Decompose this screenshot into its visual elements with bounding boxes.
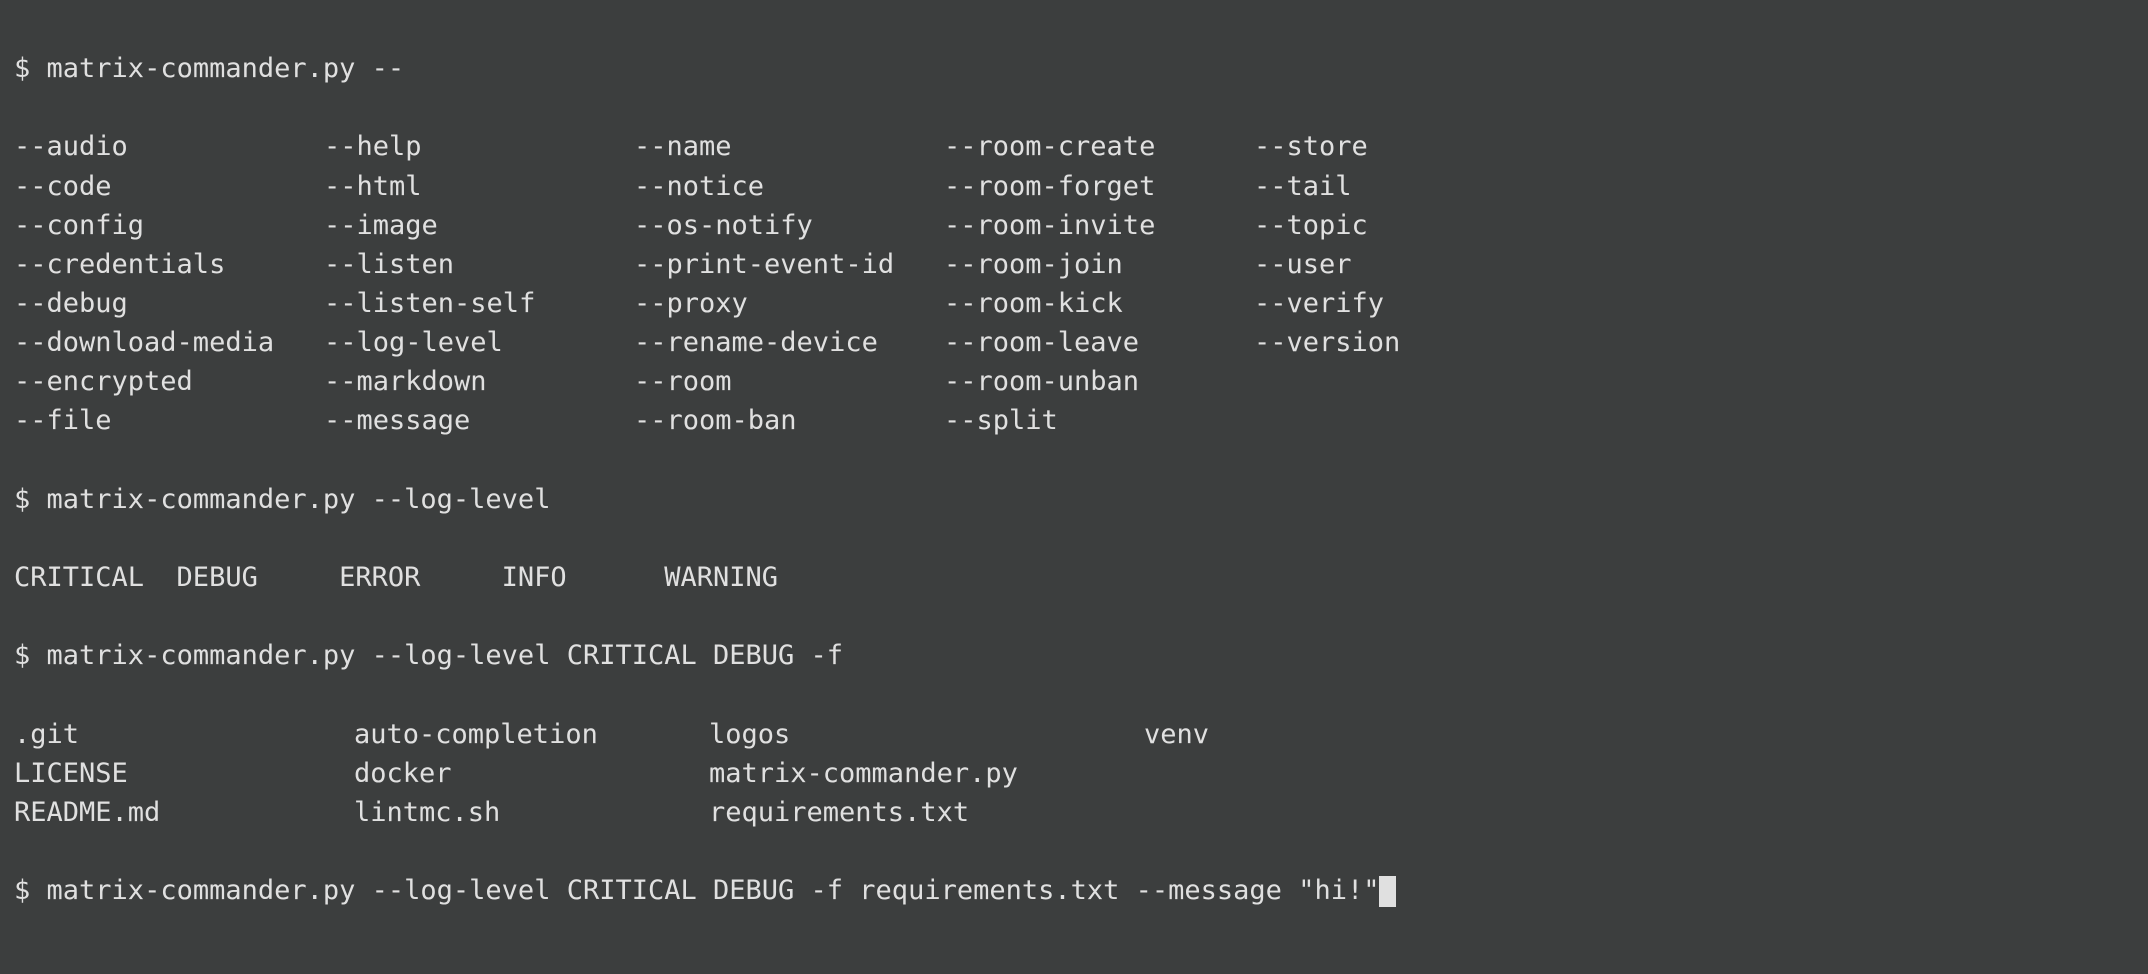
file-item: .git bbox=[14, 715, 354, 754]
option bbox=[1254, 401, 1564, 440]
option: --download-media bbox=[14, 323, 324, 362]
option: --proxy bbox=[634, 284, 944, 323]
option: --room-invite bbox=[944, 206, 1254, 245]
terminal[interactable]: $ matrix-commander.py -- --audio--help--… bbox=[0, 0, 2148, 963]
option: --print-event-id bbox=[634, 245, 944, 284]
option: --os-notify bbox=[634, 206, 944, 245]
file-item: docker bbox=[354, 754, 709, 793]
loglevel-list: CRITICAL DEBUG ERROR INFO WARNING bbox=[14, 558, 2134, 597]
files-grid: .gitauto-completionlogosvenv LICENSEdock… bbox=[14, 715, 2134, 832]
option: --topic bbox=[1254, 206, 1564, 245]
option: --room-kick bbox=[944, 284, 1254, 323]
file-item: lintmc.sh bbox=[354, 793, 709, 832]
command-3-text: matrix-commander.py --log-level CRITICAL… bbox=[47, 640, 844, 671]
option: --code bbox=[14, 167, 324, 206]
option: --config bbox=[14, 206, 324, 245]
option: --log-level bbox=[324, 323, 634, 362]
option: --credentials bbox=[14, 245, 324, 284]
file-item: requirements.txt bbox=[709, 793, 1144, 832]
option: --image bbox=[324, 206, 634, 245]
option: --room-ban bbox=[634, 401, 944, 440]
option: --room-forget bbox=[944, 167, 1254, 206]
command-4-text: matrix-commander.py --log-level CRITICAL… bbox=[47, 875, 1380, 906]
file-item: LICENSE bbox=[14, 754, 354, 793]
file-item: auto-completion bbox=[354, 715, 709, 754]
prompt-symbol: $ bbox=[14, 875, 30, 906]
option: --rename-device bbox=[634, 323, 944, 362]
options-grid: --audio--help--name--room-create--store … bbox=[14, 127, 2134, 440]
command-2-text: matrix-commander.py --log-level bbox=[47, 484, 551, 515]
option: --tail bbox=[1254, 167, 1564, 206]
option: --room-join bbox=[944, 245, 1254, 284]
prompt-symbol: $ bbox=[14, 640, 30, 671]
option: --room-unban bbox=[944, 362, 1254, 401]
prompt-symbol: $ bbox=[14, 53, 30, 84]
option: --listen bbox=[324, 245, 634, 284]
option: --encrypted bbox=[14, 362, 324, 401]
file-item: venv bbox=[1144, 715, 2134, 754]
option: --user bbox=[1254, 245, 1564, 284]
file-item bbox=[1144, 793, 2134, 832]
option: --room bbox=[634, 362, 944, 401]
file-item: README.md bbox=[14, 793, 354, 832]
file-item: logos bbox=[709, 715, 1144, 754]
option: --notice bbox=[634, 167, 944, 206]
command-line-4[interactable]: $ matrix-commander.py --log-level CRITIC… bbox=[14, 871, 2134, 910]
option: --markdown bbox=[324, 362, 634, 401]
file-item: matrix-commander.py bbox=[709, 754, 1144, 793]
option: --html bbox=[324, 167, 634, 206]
prompt-symbol: $ bbox=[14, 484, 30, 515]
cursor bbox=[1379, 876, 1395, 907]
option: --verify bbox=[1254, 284, 1564, 323]
option: --audio bbox=[14, 127, 324, 166]
option: --split bbox=[944, 401, 1254, 440]
command-line-3: $ matrix-commander.py --log-level CRITIC… bbox=[14, 636, 2134, 675]
option: --version bbox=[1254, 323, 1564, 362]
command-1-text: matrix-commander.py -- bbox=[47, 53, 405, 84]
option: --debug bbox=[14, 284, 324, 323]
option: --store bbox=[1254, 127, 1564, 166]
option bbox=[1254, 362, 1564, 401]
command-line-1: $ matrix-commander.py -- bbox=[14, 49, 2134, 88]
option: --name bbox=[634, 127, 944, 166]
option: --help bbox=[324, 127, 634, 166]
option: --room-leave bbox=[944, 323, 1254, 362]
option: --message bbox=[324, 401, 634, 440]
file-item bbox=[1144, 754, 2134, 793]
option: --file bbox=[14, 401, 324, 440]
option: --room-create bbox=[944, 127, 1254, 166]
option: --listen-self bbox=[324, 284, 634, 323]
command-line-2: $ matrix-commander.py --log-level bbox=[14, 480, 2134, 519]
